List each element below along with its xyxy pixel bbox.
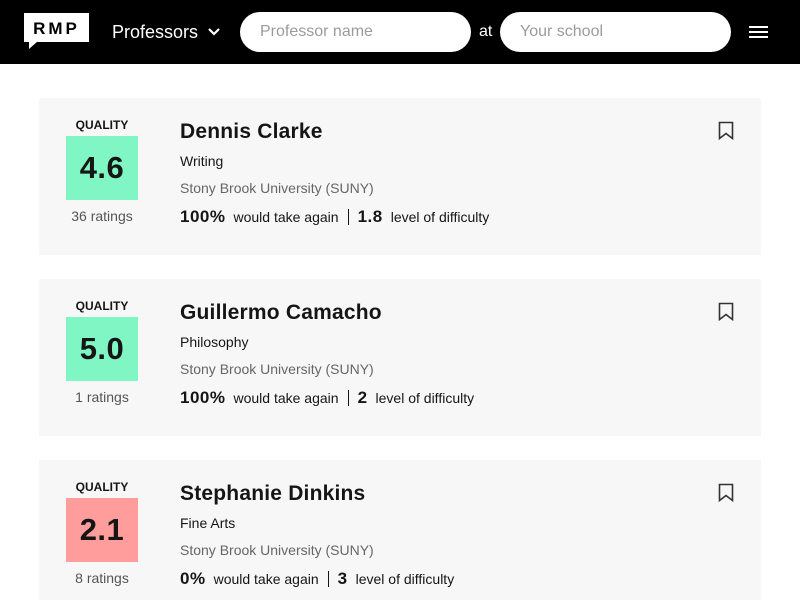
quality-label: QUALITY bbox=[75, 480, 129, 494]
would-take-again-label: would take again bbox=[233, 209, 339, 225]
would-take-again-value: 0% bbox=[180, 569, 206, 588]
professor-name[interactable]: Dennis Clarke bbox=[180, 119, 323, 145]
stat-divider bbox=[327, 571, 329, 587]
bookmark-icon[interactable] bbox=[718, 121, 734, 140]
professor-name-input[interactable] bbox=[240, 12, 471, 52]
rmp-logo[interactable]: RMP bbox=[24, 13, 89, 49]
professor-name[interactable]: Guillermo Camacho bbox=[180, 300, 382, 326]
professor-card[interactable]: QUALITY 2.1 8 ratings Stephanie Dinkins … bbox=[39, 460, 761, 600]
stats-row: 100% would take again 2 level of difficu… bbox=[180, 387, 474, 409]
professor-card[interactable]: QUALITY 5.0 1 ratings Guillermo Camacho … bbox=[39, 279, 761, 436]
school-input[interactable] bbox=[500, 12, 731, 52]
department: Philosophy bbox=[180, 334, 249, 350]
difficulty-value: 2 bbox=[357, 388, 368, 407]
stats-row: 0% would take again 3 level of difficult… bbox=[180, 568, 454, 590]
difficulty-label: level of difficulty bbox=[390, 209, 490, 225]
quality-score-box: 4.6 bbox=[66, 136, 138, 200]
stat-divider bbox=[347, 390, 349, 406]
department: Writing bbox=[180, 153, 224, 169]
search-type-dropdown[interactable]: Professors bbox=[112, 18, 221, 46]
quality-score: 4.6 bbox=[79, 150, 125, 185]
chevron-down-icon bbox=[208, 28, 220, 36]
quality-score: 2.1 bbox=[79, 512, 125, 547]
quality-label: QUALITY bbox=[75, 118, 129, 132]
professor-card[interactable]: QUALITY 4.6 36 ratings Dennis Clarke Wri… bbox=[39, 98, 761, 255]
ratings-count: 1 ratings bbox=[75, 389, 129, 405]
difficulty-value: 1.8 bbox=[357, 207, 383, 226]
department: Fine Arts bbox=[180, 515, 236, 531]
difficulty-label: level of difficulty bbox=[355, 571, 455, 587]
search-type-label: Professors bbox=[112, 22, 199, 42]
would-take-again-value: 100% bbox=[180, 388, 226, 407]
difficulty-label: level of difficulty bbox=[375, 390, 475, 406]
quality-label: QUALITY bbox=[75, 299, 129, 313]
top-navigation-bar: RMP Professors at bbox=[0, 0, 800, 64]
hamburger-menu-icon[interactable] bbox=[748, 23, 769, 41]
bookmark-icon[interactable] bbox=[718, 483, 734, 502]
would-take-again-label: would take again bbox=[213, 571, 319, 587]
at-label: at bbox=[479, 23, 493, 40]
quality-score-box: 5.0 bbox=[66, 317, 138, 381]
bookmark-icon[interactable] bbox=[718, 302, 734, 321]
ratings-count: 36 ratings bbox=[71, 208, 133, 224]
school-name: Stony Brook University (SUNY) bbox=[180, 542, 374, 558]
ratings-count: 8 ratings bbox=[75, 570, 129, 586]
would-take-again-value: 100% bbox=[180, 207, 226, 226]
would-take-again-label: would take again bbox=[233, 390, 339, 406]
stat-divider bbox=[347, 209, 349, 225]
school-name: Stony Brook University (SUNY) bbox=[180, 361, 374, 377]
professor-name[interactable]: Stephanie Dinkins bbox=[180, 481, 365, 507]
quality-score-box: 2.1 bbox=[66, 498, 138, 562]
quality-score: 5.0 bbox=[79, 331, 125, 366]
school-name: Stony Brook University (SUNY) bbox=[180, 180, 374, 196]
logo-text: RMP bbox=[33, 19, 80, 38]
stats-row: 100% would take again 1.8 level of diffi… bbox=[180, 206, 489, 228]
difficulty-value: 3 bbox=[337, 569, 348, 588]
